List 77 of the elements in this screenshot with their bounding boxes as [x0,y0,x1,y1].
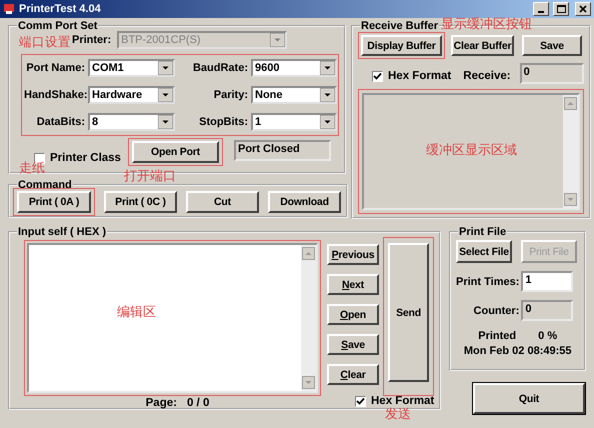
field-label: DataBits: [36,116,85,128]
field-label: HandShake: [24,89,85,101]
group-title: Comm Port Set [17,20,98,32]
dropdown[interactable]: 9600 [251,59,337,77]
field-label: StopBits: [198,116,248,128]
checkbox-label: Hex Format [371,395,434,407]
checkbox-label: Hex Format [388,70,452,82]
checkbox-label: Printer Class [50,152,121,164]
annotation: 编辑区 [117,304,156,321]
counter-field: 0 [521,300,574,321]
display-buffer-button[interactable]: Display Buffer [361,35,442,56]
group-title: Input self ( HEX ) [17,226,107,238]
dropdown[interactable]: None [251,86,337,104]
group-title: Receive Buffer [360,20,440,32]
caret-icon [158,88,173,102]
dropdown[interactable]: Hardware [88,86,175,104]
close-button[interactable] [575,2,591,16]
dropdown[interactable]: COM1 [88,59,175,77]
caret-icon [320,61,335,75]
receive-field: 0 [520,62,584,84]
open-port-button[interactable]: Open Port [132,141,219,163]
buffer-button[interactable]: Save [522,35,582,56]
page-label: Page: [146,397,177,409]
app-icon [3,3,15,15]
page-value: 0 / 0 [186,397,210,409]
annotation: 缓冲区显示区域 [426,142,517,159]
annotation: 显示缓冲区按钮 [441,16,532,33]
receive-label: Receive: [463,70,511,82]
field-label: Parity: [212,89,248,101]
annotation: 走纸 [19,160,45,177]
checkbox[interactable] [34,152,45,164]
printed-value: 0 % [538,330,558,342]
command-button[interactable]: Print ( 0C ) [104,191,177,213]
nav-button[interactable]: Previous [327,244,379,265]
send-button[interactable]: Send [388,243,429,382]
scroll-down-icon[interactable] [564,193,577,206]
nav-button[interactable]: Open [327,304,379,325]
file-button[interactable]: Select File [456,240,512,263]
scroll-up-icon[interactable] [564,97,577,110]
printer-label: Printer: [72,34,112,46]
nav-button[interactable]: Next [327,274,379,295]
annotation: 打开端口 [124,168,176,185]
dropdown[interactable]: 1 [251,113,337,131]
scrollbar[interactable] [562,95,578,208]
caret-icon [158,61,173,75]
maximize-button[interactable] [553,2,569,16]
nav-button[interactable]: Save [327,334,379,355]
group-title: Print File [458,226,508,238]
status-field: Port Closed [234,140,331,160]
checkbox[interactable] [372,70,383,82]
buffer-button[interactable]: Clear Buffer [451,35,514,56]
annotation: 发送 [385,406,411,423]
maximize-icon [556,5,566,13]
command-button[interactable]: Download [268,191,341,213]
field-label: BaudRate: [192,62,248,74]
checkbox[interactable] [355,396,366,406]
caret-icon [320,115,335,129]
print-times-label: Print Times: [456,276,520,288]
command-button[interactable]: Print ( 0A ) [17,191,91,213]
caret-icon [158,115,173,129]
nav-button[interactable]: Clear [327,364,379,385]
window-title: PrinterTest 4.04 [19,3,101,15]
input-field[interactable]: 编辑区 [27,243,318,393]
annotation: 端口设置 [19,34,71,50]
quit-button[interactable]: Quit [473,383,585,414]
date-time: Mon Feb 02 08:49:55 [462,345,572,357]
minimize-button[interactable] [533,2,549,16]
command-button[interactable]: Cut [186,191,259,213]
caret-icon [270,33,286,47]
print-times-field[interactable]: 1 [521,271,574,292]
group-title: Command [17,179,73,191]
dropdown[interactable]: 8 [88,113,175,131]
printed-label: Printed [478,330,516,342]
counter-label: Counter: [474,304,520,316]
field-label: Port Name: [25,62,85,74]
caret-icon [320,88,335,102]
close-icon [579,5,587,13]
